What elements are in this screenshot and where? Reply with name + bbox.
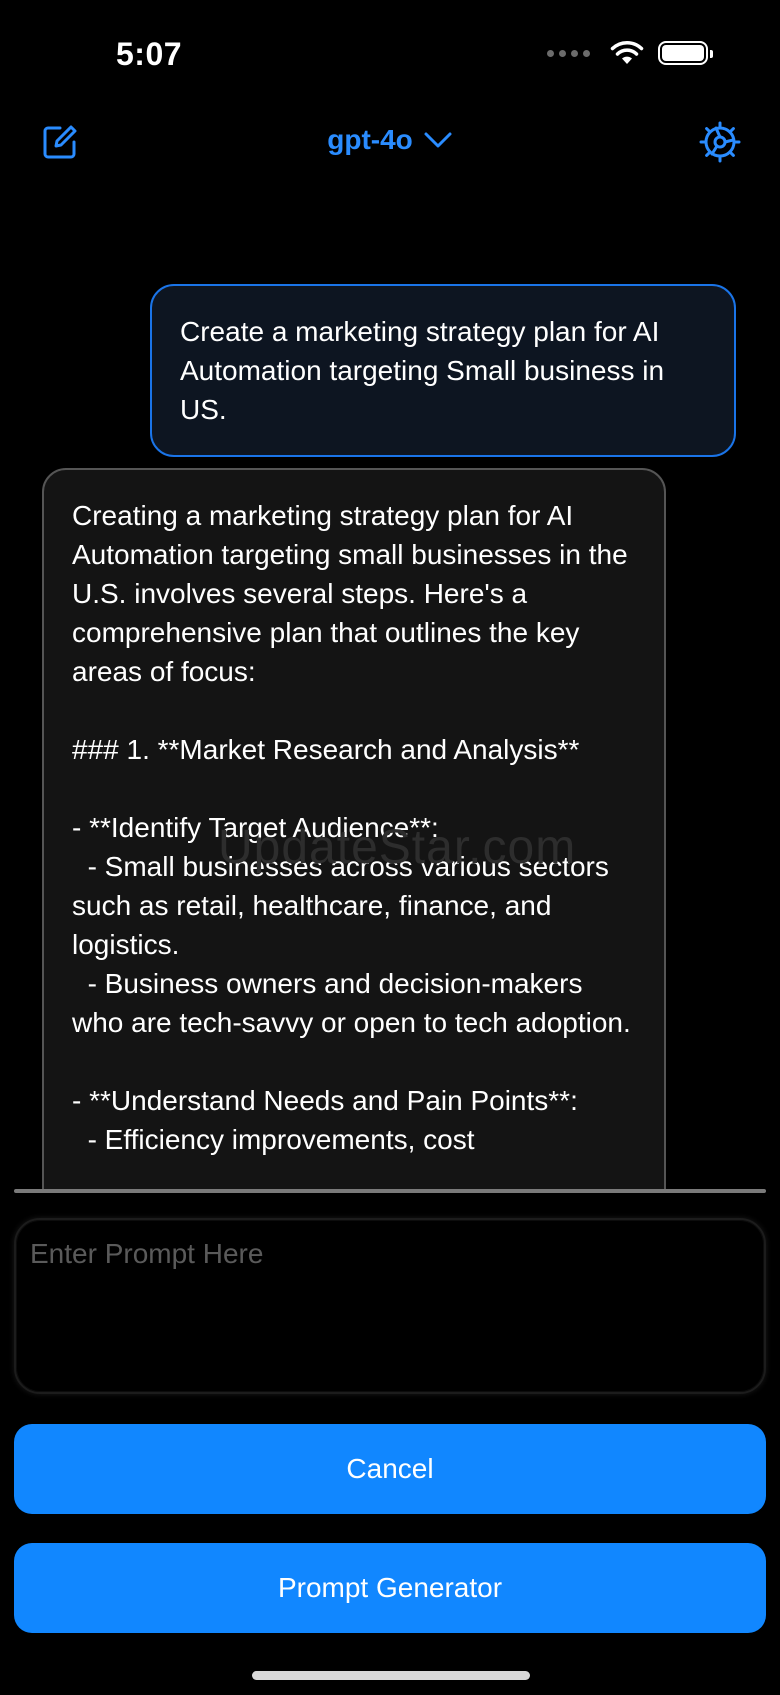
chevron-down-icon <box>424 132 452 148</box>
assistant-message-bubble: Creating a marketing strategy plan for A… <box>42 468 666 1189</box>
cellular-signal-icon <box>547 49 590 57</box>
wifi-icon <box>610 41 644 64</box>
user-message-bubble: Create a marketing strategy plan for AI … <box>150 284 736 457</box>
nav-bar: gpt-4o <box>0 110 780 170</box>
prompt-input[interactable] <box>14 1218 766 1394</box>
battery-icon <box>658 41 713 65</box>
model-picker[interactable]: gpt-4o <box>0 124 780 156</box>
status-icons <box>547 40 713 66</box>
cancel-button[interactable]: Cancel <box>14 1424 766 1514</box>
settings-icon <box>699 121 741 163</box>
composer-divider <box>14 1189 766 1193</box>
prompt-generator-button[interactable]: Prompt Generator <box>14 1543 766 1633</box>
settings-button[interactable] <box>696 118 744 166</box>
chat-thread[interactable]: Create a marketing strategy plan for AI … <box>0 284 780 1189</box>
model-name: gpt-4o <box>327 124 413 155</box>
status-time: 5:07 <box>116 36 183 72</box>
status-bar: 5:07 <box>0 0 780 110</box>
home-indicator <box>252 1671 530 1680</box>
